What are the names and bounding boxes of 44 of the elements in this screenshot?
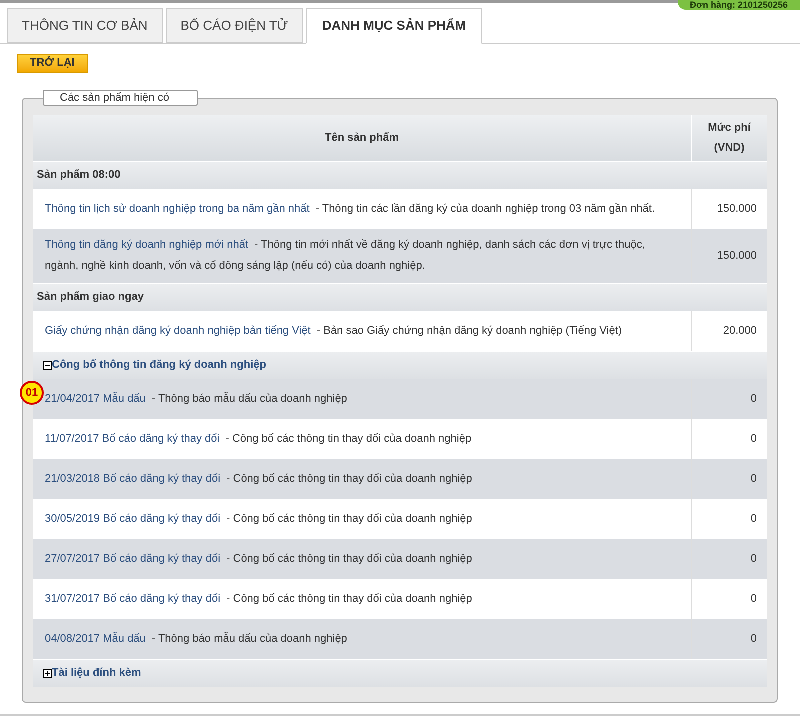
price-cell-text: 0: [750, 472, 758, 487]
tab[interactable]: DANH MỤC SẢN PHẨM: [306, 8, 482, 44]
price-cell-text: 0: [750, 552, 758, 567]
product-description: Thông tin đăng ký doanh nghiệp mới nhất - Thông tin mới nhất về đăng ký doanh nghiệp, danh sách các đơn vị trực thuộc, ngành, nghề kinh doanh, vốn và cổ đông sáng lập (nếu có) của doanh nghiệp.: [45, 238, 646, 274]
product-link[interactable]: Giấy chứng nhận đăng ký doanh nghiệp bản tiếng Việt: [45, 324, 311, 336]
section-toggle-link[interactable]: Tài liệu đính kèm: [52, 665, 142, 682]
product-description: 21/03/2018 Bố cáo đăng ký thay đổi - Công bố các thông tin thay đổi của doanh nghiệp: [45, 472, 472, 486]
price-cell-text: 150.000: [716, 202, 758, 217]
product-description: 11/07/2017 Bố cáo đăng ký thay đổi - Công bố các thông tin thay đổi của doanh nghiệp: [45, 432, 472, 446]
column-header: Mức phí (VND): [707, 121, 752, 156]
product-link[interactable]: 04/08/2017 Mẫu dấu: [45, 632, 146, 644]
order-badge: Đơn hàng: 2101250256: [678, 0, 800, 10]
section-toggle-link[interactable]: Công bố thông tin đăng ký doanh nghiệp: [52, 357, 266, 374]
minus-icon[interactable]: [43, 361, 52, 370]
callout-marker: 01: [20, 381, 44, 405]
group-title: Sản phẩm giao ngay: [37, 290, 144, 306]
product-link[interactable]: 27/07/2017 Bố cáo đăng ký thay đổi: [45, 552, 221, 564]
price-cell-text: 20.000: [722, 324, 758, 339]
product-link[interactable]: 21/04/2017 Mẫu dấu: [45, 392, 146, 404]
price-cell-text: 150.000: [716, 248, 758, 264]
price-cell-text: 0: [750, 512, 758, 527]
product-description: 31/07/2017 Bố cáo đăng ký thay đổi - Công bố các thông tin thay đổi của doanh nghiệp: [45, 592, 472, 606]
product-link[interactable]: Thông tin đăng ký doanh nghiệp mới nhất: [45, 239, 249, 251]
plus-icon[interactable]: [43, 669, 52, 678]
product-link[interactable]: 30/05/2019 Bố cáo đăng ký thay đổi: [45, 512, 221, 524]
tab[interactable]: BỐ CÁO ĐIỆN TỬ: [166, 8, 304, 43]
group-title: Sản phẩm 08:00: [37, 168, 121, 184]
product-description: Thông tin lịch sử doanh nghiệp trong ba năm gần nhất - Thông tin các lần đăng ký của doanh nghiệp trong 03 năm gần nhất.: [45, 202, 656, 216]
product-link[interactable]: 21/03/2018 Bố cáo đăng ký thay đổi: [45, 472, 221, 484]
product-description: 04/08/2017 Mẫu dấu - Thông báo mẫu dấu của doanh nghiệp: [45, 632, 348, 646]
tab[interactable]: THÔNG TIN CƠ BẢN: [7, 8, 163, 43]
product-link[interactable]: Thông tin lịch sử doanh nghiệp trong ba năm gần nhất: [45, 202, 310, 214]
product-description: 30/05/2019 Bố cáo đăng ký thay đổi - Công bố các thông tin thay đổi của doanh nghiệp: [45, 512, 472, 526]
price-cell-text: 0: [750, 592, 758, 607]
panel-legend: Các sản phẩm hiện có: [43, 90, 198, 106]
product-description: 27/07/2017 Bố cáo đăng ký thay đổi - Công bố các thông tin thay đổi của doanh nghiệp: [45, 552, 472, 566]
price-cell-text: 0: [750, 632, 758, 647]
back-button[interactable]: TRỞ LẠI: [17, 54, 88, 73]
price-cell-text: 0: [750, 392, 758, 407]
price-cell-text: 0: [750, 432, 758, 447]
product-description: 21/04/2017 Mẫu dấu - Thông báo mẫu dấu của doanh nghiệp: [45, 392, 348, 406]
product-description: Giấy chứng nhận đăng ký doanh nghiệp bản tiếng Việt - Bản sao Giấy chứng nhận đăng ký doanh nghiệp (Tiếng Việt): [45, 324, 622, 338]
product-link[interactable]: 11/07/2017 Bố cáo đăng ký thay đổi: [45, 432, 220, 444]
product-link[interactable]: 31/07/2017 Bố cáo đăng ký thay đổi: [45, 592, 221, 604]
